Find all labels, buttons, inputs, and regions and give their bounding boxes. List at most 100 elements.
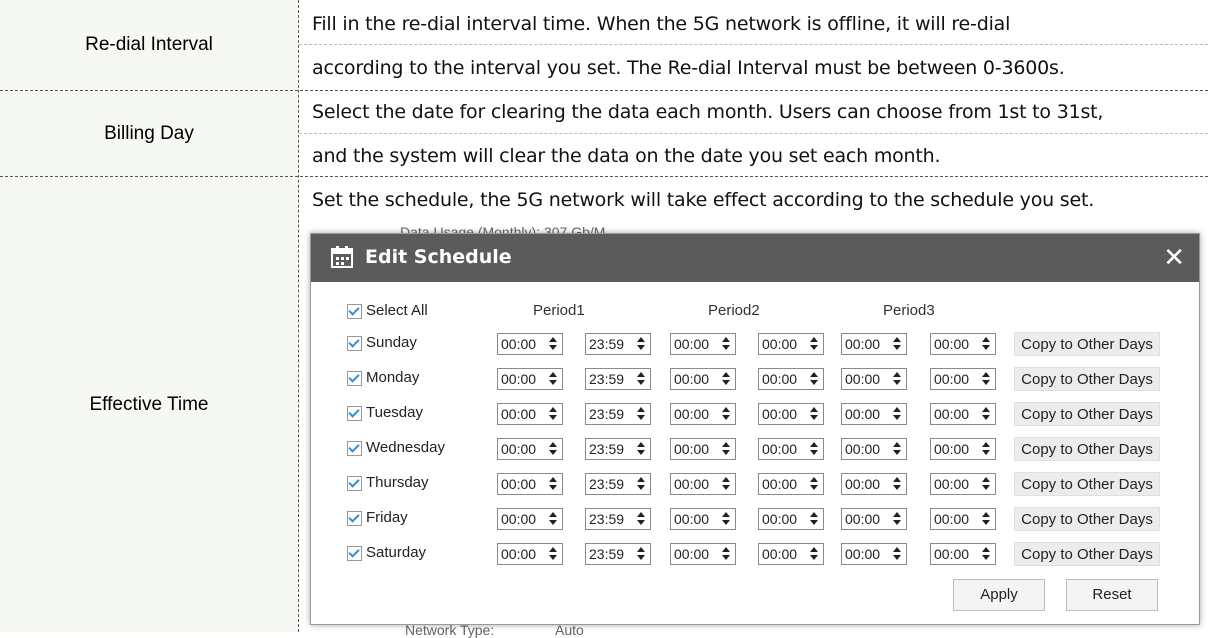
time-spinner[interactable]: 00:00 bbox=[841, 508, 907, 530]
copy-to-other-days-button[interactable]: Copy to Other Days bbox=[1014, 437, 1160, 461]
time-spinner[interactable]: 23:59 bbox=[585, 333, 651, 355]
time-spinner[interactable]: 23:59 bbox=[585, 508, 651, 530]
apply-button[interactable]: Apply bbox=[953, 579, 1045, 611]
copy-to-other-days-button[interactable]: Copy to Other Days bbox=[1014, 472, 1160, 496]
spinner-arrows-icon[interactable] bbox=[982, 442, 990, 456]
spinner-arrows-icon[interactable] bbox=[722, 372, 730, 386]
spinner-arrows-icon[interactable] bbox=[637, 442, 645, 456]
spinner-arrows-icon[interactable] bbox=[722, 442, 730, 456]
time-spinner[interactable]: 00:00 bbox=[497, 543, 563, 565]
spinner-arrows-icon[interactable] bbox=[549, 442, 557, 456]
day-checkbox-saturday[interactable] bbox=[347, 546, 362, 561]
spinner-arrows-icon[interactable] bbox=[722, 407, 730, 421]
copy-to-other-days-button[interactable]: Copy to Other Days bbox=[1014, 507, 1160, 531]
spinner-arrows-icon[interactable] bbox=[637, 547, 645, 561]
day-checkbox-tuesday[interactable] bbox=[347, 406, 362, 421]
time-spinner[interactable]: 00:00 bbox=[841, 473, 907, 495]
time-spinner[interactable]: 00:00 bbox=[497, 403, 563, 425]
time-spinner[interactable]: 23:59 bbox=[585, 368, 651, 390]
time-spinner[interactable]: 00:00 bbox=[841, 333, 907, 355]
spinner-arrows-icon[interactable] bbox=[893, 547, 901, 561]
copy-to-other-days-button[interactable]: Copy to Other Days bbox=[1014, 332, 1160, 356]
time-spinner[interactable]: 00:00 bbox=[670, 508, 736, 530]
spinner-arrows-icon[interactable] bbox=[549, 547, 557, 561]
time-spinner[interactable]: 00:00 bbox=[930, 473, 996, 495]
spinner-arrows-icon[interactable] bbox=[810, 337, 818, 351]
spinner-arrows-icon[interactable] bbox=[549, 337, 557, 351]
time-spinner[interactable]: 23:59 bbox=[585, 438, 651, 460]
day-checkbox-sunday[interactable] bbox=[347, 336, 362, 351]
time-spinner[interactable]: 23:59 bbox=[585, 473, 651, 495]
spinner-arrows-icon[interactable] bbox=[722, 512, 730, 526]
time-spinner[interactable]: 00:00 bbox=[841, 368, 907, 390]
spinner-arrows-icon[interactable] bbox=[982, 407, 990, 421]
spinner-arrows-icon[interactable] bbox=[810, 442, 818, 456]
time-spinner[interactable]: 00:00 bbox=[930, 508, 996, 530]
spinner-arrows-icon[interactable] bbox=[893, 337, 901, 351]
time-spinner[interactable]: 00:00 bbox=[841, 543, 907, 565]
day-checkbox-friday[interactable] bbox=[347, 511, 362, 526]
time-spinner[interactable]: 00:00 bbox=[758, 368, 824, 390]
time-spinner[interactable]: 00:00 bbox=[758, 543, 824, 565]
time-spinner[interactable]: 00:00 bbox=[841, 403, 907, 425]
time-spinner[interactable]: 00:00 bbox=[670, 543, 736, 565]
time-spinner[interactable]: 00:00 bbox=[758, 473, 824, 495]
spinner-arrows-icon[interactable] bbox=[893, 407, 901, 421]
spinner-arrows-icon[interactable] bbox=[549, 372, 557, 386]
spinner-arrows-icon[interactable] bbox=[549, 512, 557, 526]
day-checkbox-thursday[interactable] bbox=[347, 476, 362, 491]
time-spinner[interactable]: 00:00 bbox=[670, 333, 736, 355]
time-spinner[interactable]: 23:59 bbox=[585, 543, 651, 565]
time-spinner[interactable]: 00:00 bbox=[758, 438, 824, 460]
copy-to-other-days-button[interactable]: Copy to Other Days bbox=[1014, 367, 1160, 391]
spinner-arrows-icon[interactable] bbox=[982, 512, 990, 526]
close-icon[interactable]: ✕ bbox=[1163, 244, 1185, 270]
time-spinner[interactable]: 00:00 bbox=[758, 508, 824, 530]
spinner-arrows-icon[interactable] bbox=[637, 372, 645, 386]
spinner-arrows-icon[interactable] bbox=[893, 477, 901, 491]
spinner-arrows-icon[interactable] bbox=[637, 407, 645, 421]
time-spinner[interactable]: 00:00 bbox=[841, 438, 907, 460]
time-spinner[interactable]: 00:00 bbox=[670, 368, 736, 390]
spinner-arrows-icon[interactable] bbox=[893, 372, 901, 386]
time-spinner[interactable]: 00:00 bbox=[930, 368, 996, 390]
spinner-arrows-icon[interactable] bbox=[893, 512, 901, 526]
time-spinner[interactable]: 00:00 bbox=[497, 333, 563, 355]
time-spinner[interactable]: 00:00 bbox=[758, 403, 824, 425]
spinner-arrows-icon[interactable] bbox=[810, 512, 818, 526]
time-spinner[interactable]: 00:00 bbox=[758, 333, 824, 355]
spinner-arrows-icon[interactable] bbox=[637, 337, 645, 351]
spinner-arrows-icon[interactable] bbox=[549, 477, 557, 491]
spinner-arrows-icon[interactable] bbox=[810, 547, 818, 561]
time-spinner[interactable]: 00:00 bbox=[930, 438, 996, 460]
spinner-arrows-icon[interactable] bbox=[722, 337, 730, 351]
spinner-arrows-icon[interactable] bbox=[893, 442, 901, 456]
time-spinner[interactable]: 00:00 bbox=[670, 438, 736, 460]
time-spinner[interactable]: 00:00 bbox=[497, 438, 563, 460]
spinner-arrows-icon[interactable] bbox=[810, 407, 818, 421]
time-spinner[interactable]: 00:00 bbox=[670, 403, 736, 425]
time-spinner[interactable]: 00:00 bbox=[930, 403, 996, 425]
spinner-arrows-icon[interactable] bbox=[982, 372, 990, 386]
time-spinner[interactable]: 23:59 bbox=[585, 403, 651, 425]
spinner-arrows-icon[interactable] bbox=[549, 407, 557, 421]
time-spinner[interactable]: 00:00 bbox=[930, 333, 996, 355]
spinner-arrows-icon[interactable] bbox=[982, 337, 990, 351]
spinner-arrows-icon[interactable] bbox=[982, 547, 990, 561]
spinner-arrows-icon[interactable] bbox=[637, 512, 645, 526]
spinner-arrows-icon[interactable] bbox=[722, 477, 730, 491]
spinner-arrows-icon[interactable] bbox=[637, 477, 645, 491]
spinner-arrows-icon[interactable] bbox=[810, 477, 818, 491]
spinner-arrows-icon[interactable] bbox=[810, 372, 818, 386]
time-spinner[interactable]: 00:00 bbox=[497, 473, 563, 495]
spinner-arrows-icon[interactable] bbox=[722, 547, 730, 561]
day-checkbox-wednesday[interactable] bbox=[347, 441, 362, 456]
reset-button[interactable]: Reset bbox=[1066, 579, 1158, 611]
day-checkbox-monday[interactable] bbox=[347, 371, 362, 386]
copy-to-other-days-button[interactable]: Copy to Other Days bbox=[1014, 402, 1160, 426]
time-spinner[interactable]: 00:00 bbox=[497, 368, 563, 390]
time-spinner[interactable]: 00:00 bbox=[930, 543, 996, 565]
time-spinner[interactable]: 00:00 bbox=[670, 473, 736, 495]
select-all-checkbox[interactable] bbox=[347, 304, 362, 319]
copy-to-other-days-button[interactable]: Copy to Other Days bbox=[1014, 542, 1160, 566]
